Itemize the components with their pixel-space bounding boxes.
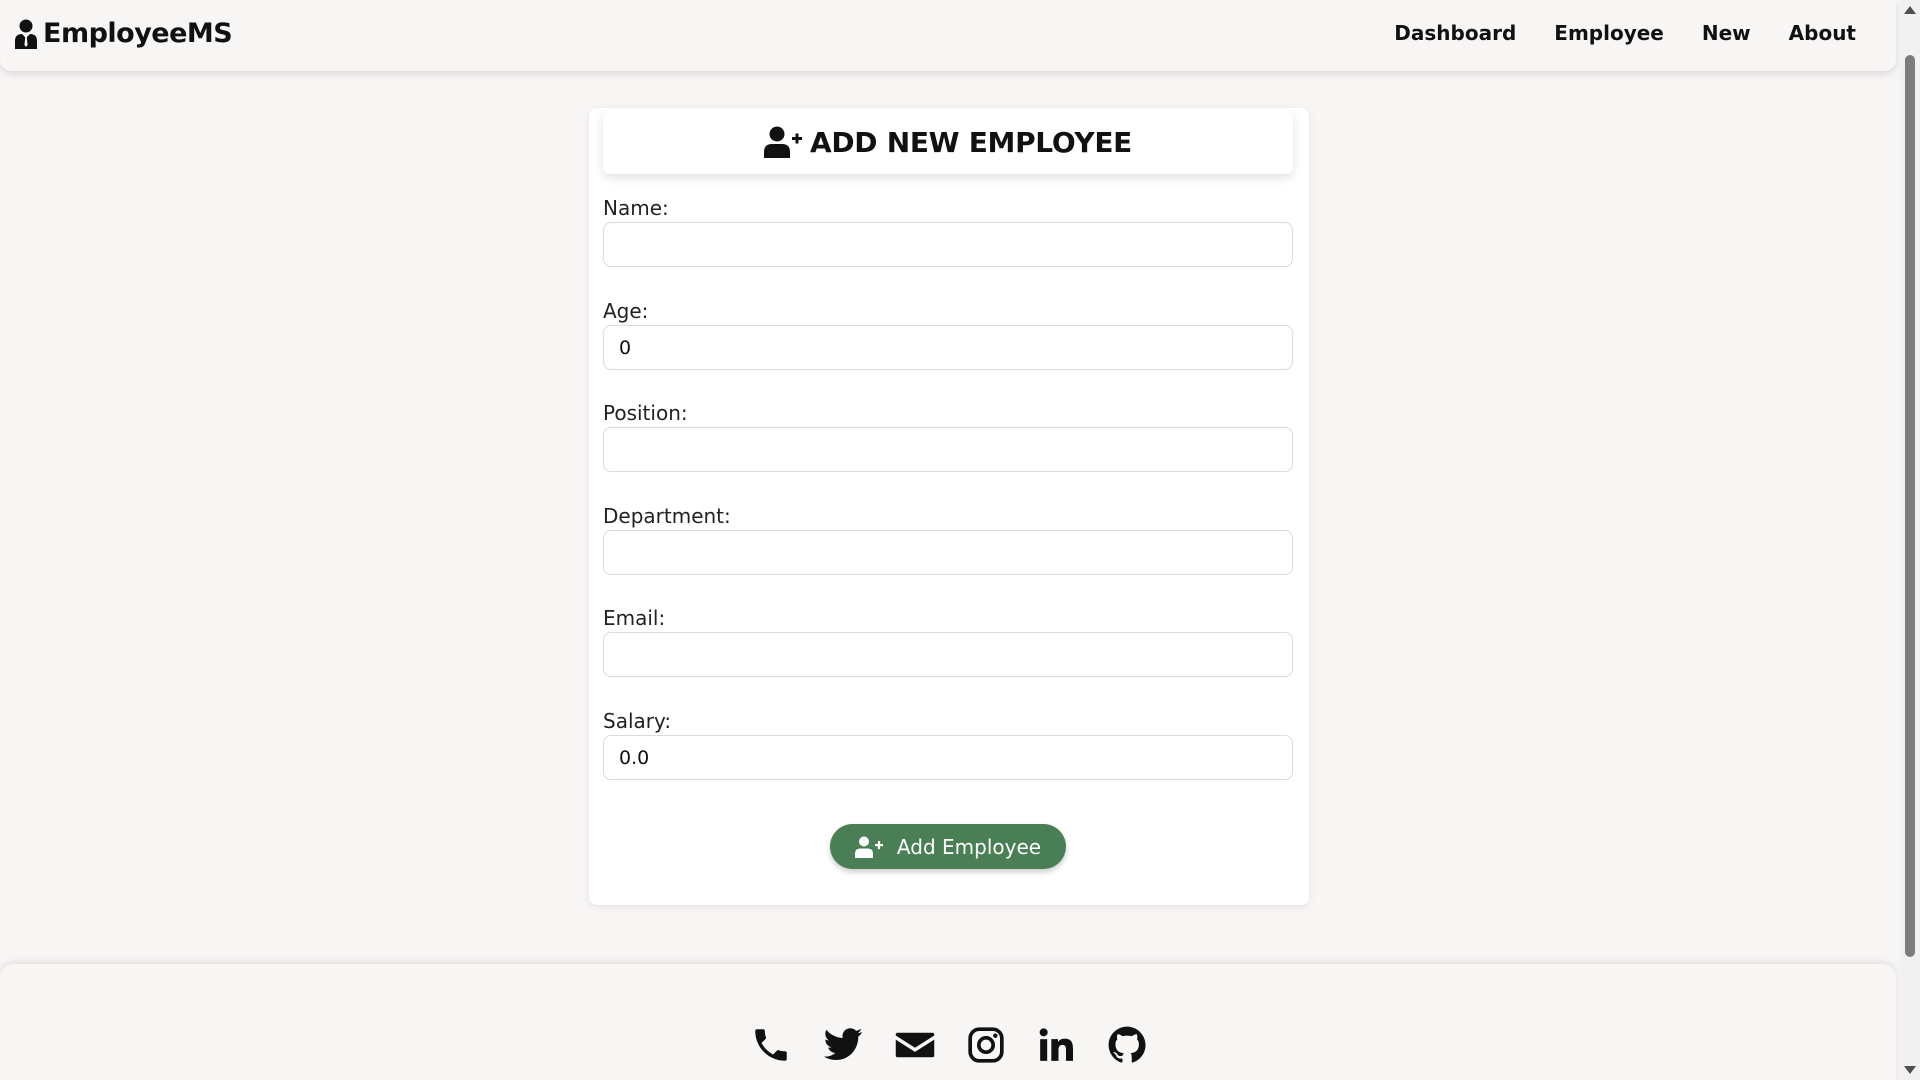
user-plus-icon [764, 126, 802, 158]
name-group: Name: [603, 196, 1293, 267]
age-label: Age: [603, 299, 649, 323]
instagram-icon[interactable] [966, 1025, 1006, 1065]
scroll-up-arrow[interactable] [1904, 6, 1916, 14]
phone-icon[interactable] [750, 1024, 792, 1066]
age-group: Age: [603, 299, 1293, 370]
email-group: Email: [603, 606, 1293, 677]
add-employee-button[interactable]: Add Employee [830, 824, 1066, 869]
nav-menu: Dashboard Employee New About [1394, 21, 1856, 45]
position-group: Position: [603, 401, 1293, 472]
nav-employee[interactable]: Employee [1554, 21, 1664, 45]
add-employee-card: ADD NEW EMPLOYEE Name: Age: Position: De… [589, 108, 1309, 905]
user-plus-icon [854, 836, 883, 858]
position-label: Position: [603, 401, 688, 425]
salary-input[interactable] [603, 735, 1293, 780]
scroll-thumb[interactable] [1905, 55, 1915, 957]
position-input[interactable] [603, 427, 1293, 472]
github-icon[interactable] [1106, 1024, 1148, 1066]
nav-new[interactable]: New [1702, 21, 1751, 45]
brand-name: EmployeeMS [43, 18, 233, 49]
navbar: EmployeeMS Dashboard Employee New About [0, 0, 1896, 71]
social-links [750, 1024, 1148, 1066]
envelope-icon[interactable] [894, 1024, 936, 1066]
user-tie-icon [15, 19, 37, 49]
add-employee-button-label: Add Employee [896, 834, 1042, 859]
scroll-down-arrow[interactable] [1904, 1066, 1916, 1074]
department-label: Department: [603, 504, 731, 528]
linkedin-icon[interactable] [1036, 1025, 1076, 1065]
name-input[interactable] [603, 222, 1293, 267]
brand-logo[interactable]: EmployeeMS [14, 18, 233, 49]
card-header: ADD NEW EMPLOYEE [603, 110, 1293, 174]
email-label: Email: [603, 606, 666, 630]
age-input[interactable] [603, 325, 1293, 370]
name-label: Name: [603, 196, 669, 220]
salary-label: Salary: [603, 709, 672, 733]
department-input[interactable] [603, 530, 1293, 575]
footer [0, 964, 1896, 1080]
page-scrollbar[interactable] [1900, 0, 1920, 1080]
twitter-icon[interactable] [822, 1024, 864, 1066]
nav-dashboard[interactable]: Dashboard [1394, 21, 1516, 45]
department-group: Department: [603, 504, 1293, 575]
salary-group: Salary: [603, 709, 1293, 780]
nav-about[interactable]: About [1789, 21, 1856, 45]
email-input[interactable] [603, 632, 1293, 677]
page-title: ADD NEW EMPLOYEE [810, 125, 1132, 159]
